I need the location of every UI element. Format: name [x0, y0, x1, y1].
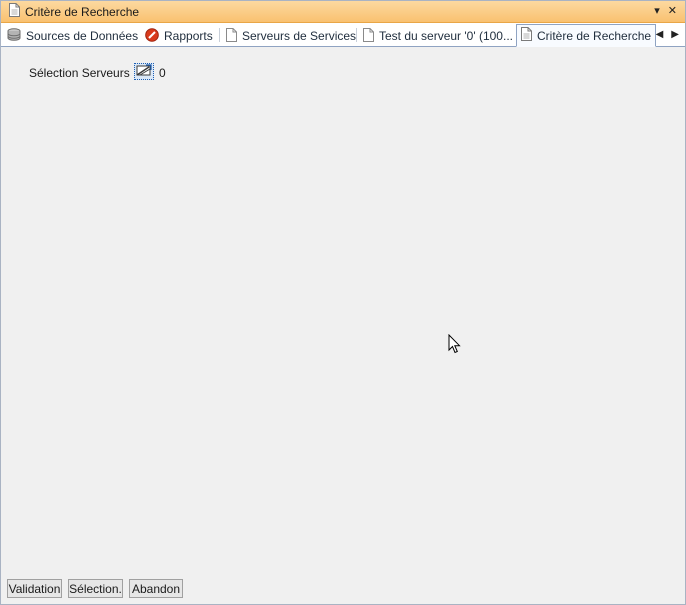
- tab-label: Critère de Recherche: [537, 28, 652, 43]
- document-icon: [9, 3, 20, 20]
- document-icon: [363, 27, 374, 45]
- database-icon: [7, 28, 21, 44]
- criteria-panel: Sélection Serveurs 0 Validation Sélectio…: [1, 48, 685, 604]
- tab-separator: [356, 28, 357, 42]
- search-criteria-window: Critère de Recherche ▾ ✕ Sources de Donn…: [0, 0, 686, 605]
- tab-serveurs-de-services[interactable]: Serveurs de Services: [226, 25, 356, 47]
- close-icon[interactable]: ✕: [668, 4, 677, 18]
- server-count: 0: [159, 66, 166, 80]
- window-title: Critère de Recherche: [25, 4, 140, 19]
- validation-button[interactable]: Validation: [7, 579, 62, 598]
- window-menu-dropdown-icon[interactable]: ▾: [654, 4, 660, 18]
- tab-scroll-right-icon[interactable]: ▶: [671, 29, 679, 40]
- selection-button[interactable]: Sélection.: [68, 579, 123, 598]
- tab-separator: [219, 28, 220, 42]
- title-bar: Critère de Recherche ▾ ✕: [1, 1, 685, 23]
- tab-rapports[interactable]: Rapports: [145, 25, 213, 47]
- tab-scroll-left-icon[interactable]: ◀: [656, 29, 664, 40]
- tab-sources-de-donnees[interactable]: Sources de Données: [7, 25, 138, 47]
- mouse-pointer-icon: [448, 333, 461, 357]
- server-selection-button[interactable]: [134, 63, 154, 80]
- action-button-bar: Validation Sélection. Abandon: [7, 579, 183, 598]
- tab-label: Serveurs de Services: [242, 29, 357, 43]
- tab-label: Rapports: [164, 29, 213, 43]
- document-icon: [226, 27, 237, 45]
- tab-critere-de-recherche[interactable]: Critère de Recherche: [516, 24, 657, 47]
- no-entry-icon: [145, 27, 159, 45]
- tab-label: Test du serveur '0' (100...: [379, 29, 513, 43]
- tab-label: Sources de Données: [26, 29, 139, 43]
- server-selector-icon: [136, 63, 152, 80]
- abandon-button[interactable]: Abandon: [129, 579, 183, 598]
- document-icon: [521, 27, 532, 44]
- tab-test-du-serveur[interactable]: Test du serveur '0' (100...: [363, 25, 513, 47]
- server-selection-label: Sélection Serveurs: [29, 66, 130, 80]
- tab-strip: Sources de Données Rapports Serveurs de …: [1, 23, 685, 47]
